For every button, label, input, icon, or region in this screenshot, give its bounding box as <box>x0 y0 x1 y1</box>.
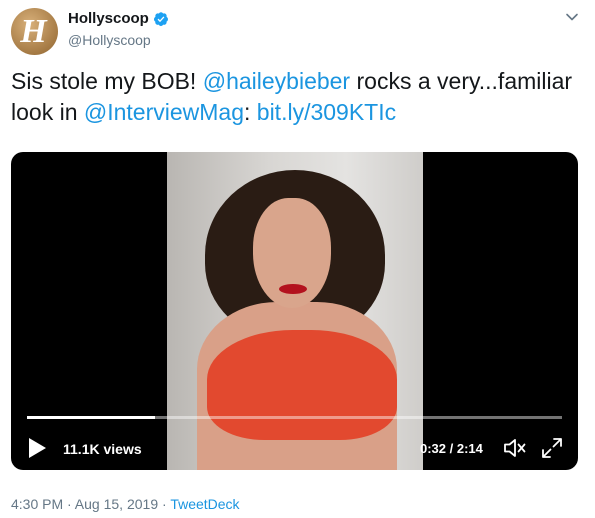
mention-interviewmag[interactable]: @InterviewMag <box>84 99 244 125</box>
fullscreen-icon[interactable] <box>540 436 564 460</box>
tweet-text-part: : <box>244 99 257 125</box>
view-count: 11.1K views <box>63 441 142 457</box>
tweet-link[interactable]: bit.ly/309KTIc <box>257 99 396 125</box>
verified-badge-icon <box>153 11 168 26</box>
display-name[interactable]: Hollyscoop <box>68 10 149 27</box>
tweet-card: H Hollyscoop @Hollyscoop Sis stole my BO… <box>0 0 595 518</box>
video-progress-fill <box>27 416 156 419</box>
play-icon[interactable] <box>27 437 47 459</box>
video-time: 0:32 / 2:14 <box>420 441 483 456</box>
author-name-row[interactable]: Hollyscoop <box>68 10 169 27</box>
video-top-shape <box>207 330 397 440</box>
tweet-meta: 4:30 PM · Aug 15, 2019 · TweetDeck <box>11 496 240 512</box>
source-app-link[interactable]: TweetDeck <box>170 496 239 512</box>
tweet-text: Sis stole my BOB! @haileybieber rocks a … <box>11 66 581 128</box>
video-progress-bar[interactable] <box>27 416 562 419</box>
timestamp[interactable]: 4:30 PM · Aug 15, 2019 <box>11 496 158 512</box>
meta-separator: · <box>158 496 171 512</box>
video-lips-shape <box>279 284 307 294</box>
video-frame[interactable] <box>167 152 423 470</box>
video-player[interactable]: 11.1K views 0:32 / 2:14 <box>11 152 578 470</box>
handle[interactable]: @Hollyscoop <box>68 32 151 48</box>
mention-haileybieber[interactable]: @haileybieber <box>203 68 350 94</box>
volume-icon[interactable] <box>502 436 528 460</box>
avatar-letter: H <box>20 12 47 50</box>
tweet-text-part: Sis stole my BOB! <box>11 68 203 94</box>
avatar[interactable]: H <box>11 8 58 55</box>
chevron-down-icon[interactable] <box>565 10 579 24</box>
